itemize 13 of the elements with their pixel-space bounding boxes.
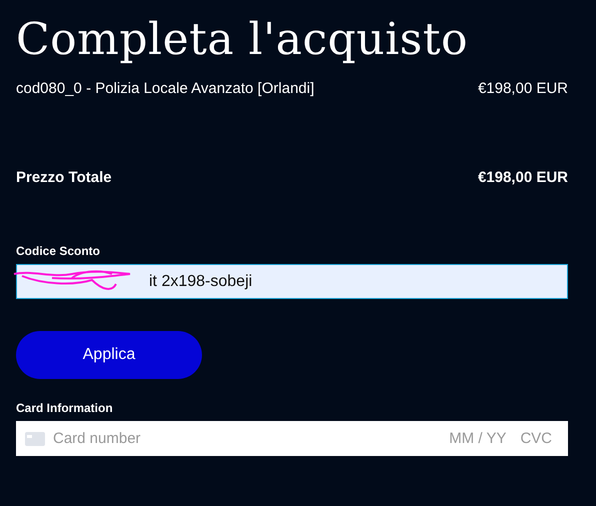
card-number-placeholder: Card number bbox=[53, 430, 142, 447]
cvc-placeholder: CVC bbox=[520, 430, 552, 447]
credit-card-icon bbox=[25, 432, 45, 446]
total-label: Prezzo Totale bbox=[16, 169, 112, 186]
page-title: Completa l'acquisto bbox=[16, 13, 469, 67]
discount-label: Codice Sconto bbox=[16, 244, 102, 258]
discount-code-field[interactable]: it 2x198-sobeji bbox=[16, 264, 568, 299]
item-price: €198,00 EUR bbox=[478, 80, 568, 97]
expiry-placeholder: MM / YY bbox=[449, 430, 506, 447]
apply-button[interactable]: Applica bbox=[16, 331, 202, 379]
item-name: cod080_0 - Polizia Locale Avanzato [Orlandi] bbox=[16, 80, 314, 97]
card-information-label: Card Information bbox=[16, 401, 114, 415]
total-price: €198,00 EUR bbox=[478, 169, 568, 186]
